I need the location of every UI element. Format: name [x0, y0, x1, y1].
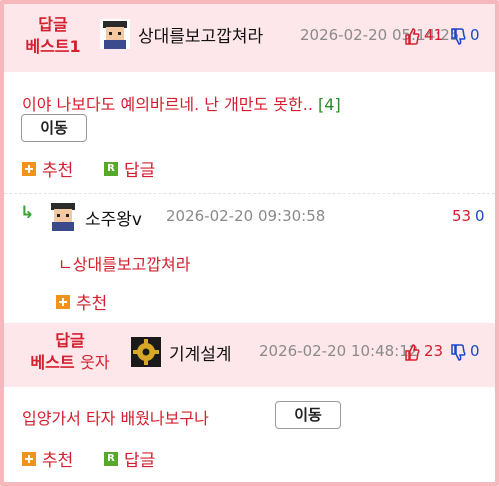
recommend-label: 추천 — [42, 451, 74, 471]
plus-icon — [56, 294, 70, 309]
recommend-button[interactable]: 추천 — [56, 289, 107, 314]
recommend-button[interactable]: 추천 — [22, 446, 73, 471]
avatar-icon[interactable] — [48, 201, 78, 231]
upvote-count: 23 — [424, 342, 444, 360]
thumb-up-icon[interactable] — [404, 343, 420, 361]
reply-label: 답글 — [124, 451, 156, 471]
upvote-count: 41 — [424, 26, 444, 44]
reply-label: 답글 — [124, 161, 156, 181]
nickname[interactable]: 소주왕v — [85, 205, 142, 230]
avatar-icon[interactable] — [100, 19, 130, 49]
reply-button[interactable]: R 답글 — [104, 156, 155, 181]
plus-icon — [22, 161, 36, 176]
best-badge-1: 답글 베스트1 — [20, 14, 86, 58]
downvote-count: 0 — [470, 26, 480, 44]
downvote-count: 0 — [475, 207, 485, 225]
thumb-down-icon[interactable] — [450, 344, 466, 362]
reply-button[interactable]: R 답글 — [104, 446, 155, 471]
best-label-line2: 베스트 — [30, 353, 75, 372]
nickname[interactable]: 기계설계 — [169, 340, 232, 365]
reply-count[interactable]: [4] — [318, 95, 341, 114]
recommend-label: 추천 — [76, 294, 108, 314]
reply-r-icon: R — [104, 161, 118, 176]
gear-avatar-icon[interactable] — [131, 337, 161, 367]
comment-date: 2026-02-20 10:48:12 — [259, 342, 419, 360]
reply-to-label[interactable]: ㄴ상대를보고깝쳐라 — [58, 251, 190, 275]
comment-body: 입양가서 타자 배웠나보구나 — [22, 409, 209, 428]
best-label-line2: 베스트1 — [25, 37, 81, 56]
move-button[interactable]: 이동 — [21, 114, 87, 142]
upvote-count: 53 — [452, 207, 472, 225]
divider — [4, 193, 495, 194]
best-label-line1: 답글 — [38, 15, 68, 34]
reply-r-icon: R — [104, 451, 118, 466]
move-button[interactable]: 이동 — [275, 401, 341, 429]
plus-icon — [22, 451, 36, 466]
thumb-down-icon[interactable] — [450, 28, 466, 46]
nickname[interactable]: 상대를보고깝쳐라 — [138, 22, 263, 47]
recommend-label: 추천 — [42, 161, 74, 181]
comment-text: 이야 나보다도 예의바르네. 난 개만도 못한.. [4] — [22, 91, 341, 115]
comment-date: 2026-02-20 09:30:58 — [166, 207, 326, 225]
best-suffix: 웃자 — [80, 353, 110, 372]
recommend-button[interactable]: 추천 — [22, 156, 73, 181]
best-badge-2: 답글 베스트 웃자 — [20, 330, 120, 374]
best-label-line1: 답글 — [55, 331, 85, 350]
reply-arrow-icon: ↳ — [20, 203, 35, 223]
downvote-count: 0 — [470, 342, 480, 360]
thumb-up-icon[interactable] — [404, 27, 420, 45]
comment-body: 이야 나보다도 예의바르네. 난 개만도 못한.. — [22, 95, 313, 114]
